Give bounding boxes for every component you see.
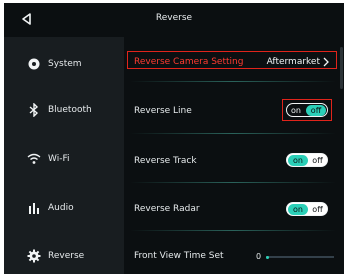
front-view-time-set-row: Front View Time Set 0	[124, 235, 336, 274]
toggle-off-label: off	[306, 104, 326, 116]
sidebar-item-reverse[interactable]: Reverse	[4, 237, 124, 274]
reverse-radar-label: Reverse Radar	[134, 204, 200, 214]
scrollbar[interactable]	[340, 47, 343, 89]
settings-panel: Reverse Camera Setting Aftermarket Rever…	[124, 37, 344, 274]
reverse-track-row: Reverse Track on off	[124, 138, 336, 182]
divider	[130, 230, 336, 231]
sidebar-item-label: Reverse	[48, 251, 85, 261]
bluetooth-icon	[26, 102, 42, 118]
reverse-track-label: Reverse Track	[134, 156, 197, 166]
reverse-line-row: Reverse Line on off	[124, 87, 336, 131]
top-bar: Reverse	[4, 3, 344, 37]
reverse-camera-setting-label: Reverse Camera Setting	[134, 57, 244, 67]
sidebar-item-label: Audio	[48, 203, 74, 213]
reverse-camera-setting-row[interactable]: Reverse Camera Setting Aftermarket	[124, 37, 337, 81]
sidebar-item-label: Bluetooth	[48, 105, 92, 115]
reverse-camera-setting-value: Aftermarket	[266, 57, 320, 67]
sidebar-item-label: System	[48, 59, 82, 69]
reverse-radar-toggle[interactable]: on off	[286, 202, 328, 216]
sidebar-item-wifi[interactable]: Wi-Fi	[4, 140, 124, 178]
gear-icon	[26, 248, 42, 264]
toggle-on-label: on	[291, 105, 301, 115]
sidebar-item-bluetooth[interactable]: Bluetooth	[4, 91, 124, 129]
sidebar: System Bluetooth Wi-Fi Audio Reverse	[4, 37, 124, 274]
settings-dot-icon	[26, 56, 42, 72]
divider	[130, 182, 336, 183]
front-view-time-slider[interactable]	[266, 255, 334, 259]
sidebar-item-audio[interactable]: Audio	[4, 189, 124, 227]
slider-knob[interactable]	[266, 255, 269, 259]
front-view-time-value: 0	[256, 252, 262, 261]
toggle-on-label: on	[288, 154, 308, 166]
toggle-on-label: on	[288, 203, 308, 215]
reverse-track-toggle[interactable]: on off	[286, 153, 328, 167]
divider	[130, 133, 336, 134]
reverse-line-label: Reverse Line	[134, 106, 192, 116]
divider	[130, 81, 336, 82]
toggle-off-label: off	[312, 155, 323, 165]
page-title: Reverse	[155, 13, 193, 23]
wifi-icon	[26, 151, 42, 167]
chevron-right-icon	[323, 57, 329, 67]
sidebar-item-label: Wi-Fi	[48, 154, 70, 164]
equalizer-icon	[26, 200, 42, 216]
toggle-off-label: off	[312, 204, 323, 214]
reverse-line-toggle[interactable]: on off	[286, 103, 328, 117]
front-view-time-set-label: Front View Time Set	[134, 251, 224, 261]
screen: Reverse System Bluetooth Wi-Fi Audio Rev…	[4, 3, 344, 274]
sidebar-item-system[interactable]: System	[4, 45, 124, 83]
reverse-radar-row: Reverse Radar on off	[124, 187, 336, 231]
